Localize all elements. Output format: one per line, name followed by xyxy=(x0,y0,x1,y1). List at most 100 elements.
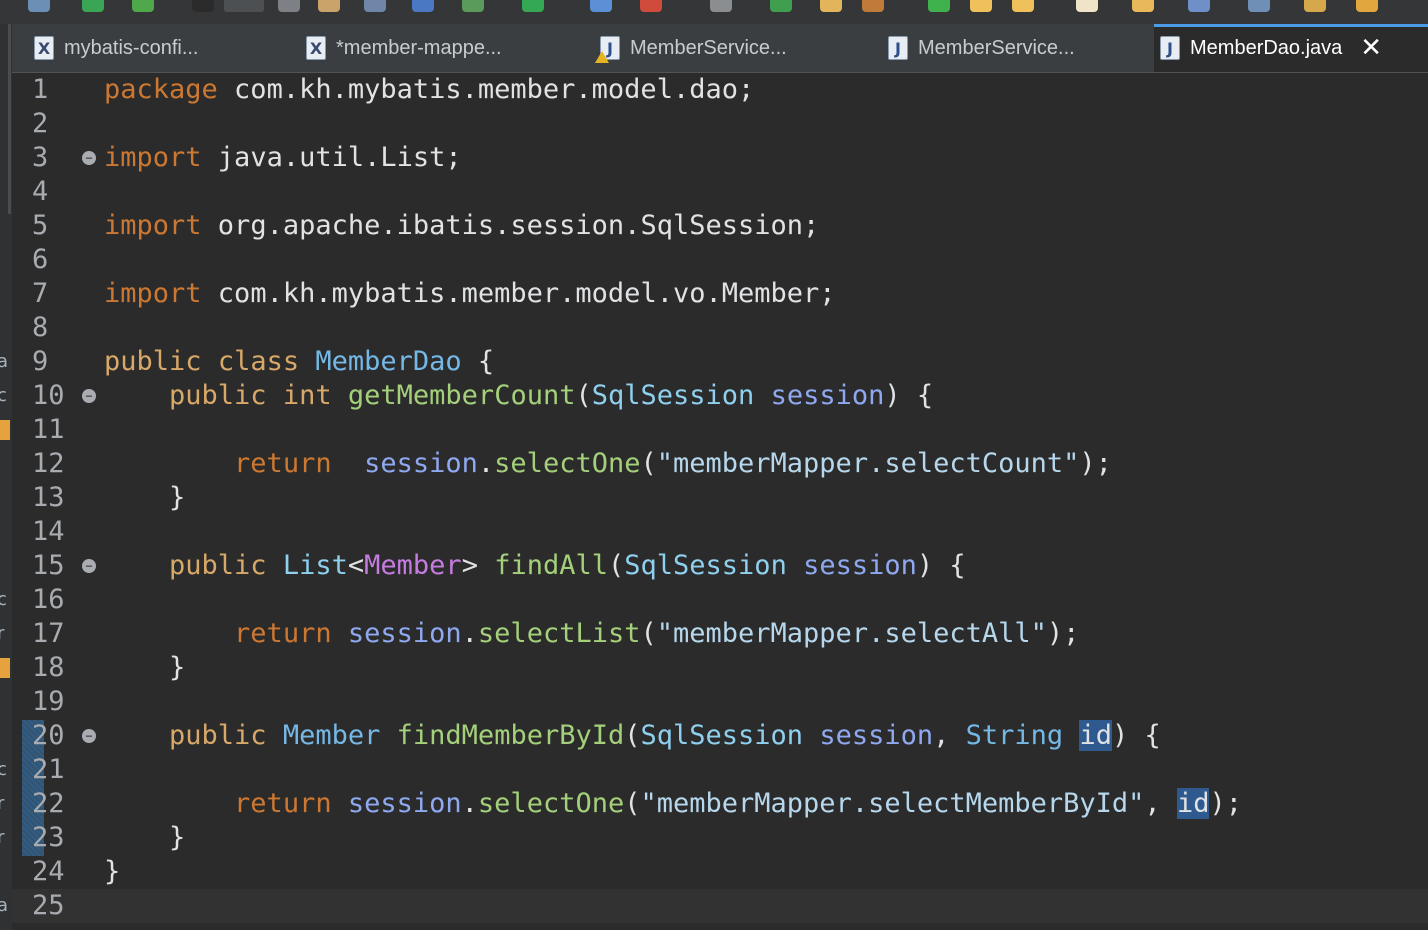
pin-icon[interactable] xyxy=(278,0,300,12)
arrow-icon[interactable] xyxy=(462,0,484,12)
code-line[interactable]: 14 xyxy=(12,515,1428,549)
code-text: import com.kh.mybatis.member.model.vo.Me… xyxy=(104,277,836,311)
code-line[interactable]: 2 xyxy=(12,107,1428,141)
external-tools-icon[interactable] xyxy=(590,0,612,12)
code-text: } xyxy=(104,481,185,515)
list-icon[interactable] xyxy=(364,0,386,12)
stop-icon[interactable] xyxy=(710,0,732,12)
code-line[interactable]: 20 − public Member findMemberById(SqlSess… xyxy=(12,719,1428,753)
editor-tab[interactable]: J MemberService... xyxy=(595,24,876,72)
code-line[interactable]: 12 return session.selectOne("memberMappe… xyxy=(12,447,1428,481)
coverage-icon[interactable] xyxy=(928,0,950,12)
package-icon[interactable] xyxy=(318,0,340,12)
back-icon[interactable] xyxy=(1304,0,1326,12)
left-panel-scrollbar[interactable] xyxy=(8,24,11,214)
folder-icon[interactable] xyxy=(970,0,992,12)
spring-icon[interactable] xyxy=(132,0,154,12)
code-line[interactable]: 17 return session.selectList("memberMapp… xyxy=(12,617,1428,651)
settings-icon[interactable] xyxy=(1188,0,1210,12)
code-token: < xyxy=(347,550,365,581)
close-tab-icon[interactable]: ✕ xyxy=(1360,35,1382,61)
line-number: 9 xyxy=(32,346,49,377)
code-token: public xyxy=(104,346,202,377)
code-line[interactable]: 10 − public int getMemberCount(SqlSession… xyxy=(12,379,1428,413)
code-line[interactable]: 15 − public List<Member> findAll(SqlSessi… xyxy=(12,549,1428,583)
terminate-icon[interactable] xyxy=(640,0,662,12)
code-line[interactable]: 4 xyxy=(12,175,1428,209)
left-panel-text-fragment: a xyxy=(0,895,9,916)
tab-memberdao-java[interactable]: J MemberDao.java ✕ xyxy=(1154,24,1428,72)
left-panel-edge: accrcrra xyxy=(0,24,12,930)
open-icon[interactable] xyxy=(820,0,842,12)
code-token: ( xyxy=(640,618,657,649)
code-line[interactable]: 23 } xyxy=(12,821,1428,855)
left-panel-text-fragment: r xyxy=(0,827,5,848)
code-line[interactable]: 1 package com.kh.mybatis.member.model.dao… xyxy=(12,73,1428,107)
code-token: session xyxy=(347,788,462,819)
run-icon[interactable] xyxy=(82,0,104,12)
editor-tab[interactable]: X *member-mappe... xyxy=(306,24,588,72)
folder-open-icon[interactable] xyxy=(1012,0,1034,12)
code-line[interactable]: 16 xyxy=(12,583,1428,617)
code-token: public xyxy=(169,720,267,751)
line-number: 19 xyxy=(32,686,65,717)
line-number: 3 xyxy=(32,142,49,173)
code-line[interactable]: 3 − import java.util.List; xyxy=(12,141,1428,175)
code-line[interactable]: 6 xyxy=(12,243,1428,277)
code-line[interactable]: 21 xyxy=(12,753,1428,787)
code-token: ) { xyxy=(1111,720,1161,751)
code-line[interactable]: 7 import com.kh.mybatis.member.model.vo.M… xyxy=(12,277,1428,311)
layout-icon[interactable] xyxy=(1248,0,1270,12)
code-line[interactable]: 5 import org.apache.ibatis.session.SqlSes… xyxy=(12,209,1428,243)
code-token: ( xyxy=(640,448,657,479)
grid-icon[interactable] xyxy=(862,0,884,12)
code-editor[interactable]: 1 package com.kh.mybatis.member.model.dao… xyxy=(12,73,1428,930)
code-token: selectList xyxy=(477,618,641,649)
fold-collapse-icon[interactable]: − xyxy=(82,729,96,743)
code-token: Member xyxy=(364,550,462,581)
triangle-icon[interactable] xyxy=(192,0,214,12)
play-icon[interactable] xyxy=(522,0,544,12)
code-text: public Member findMemberById(SqlSession … xyxy=(104,719,1161,753)
code-token: session xyxy=(770,380,885,411)
code-line[interactable]: 11 xyxy=(12,413,1428,447)
code-line[interactable]: 18 } xyxy=(12,651,1428,685)
fold-collapse-icon[interactable]: − xyxy=(82,151,96,165)
debug-icon[interactable] xyxy=(770,0,792,12)
fold-collapse-icon[interactable]: − xyxy=(82,389,96,403)
java-file-icon: J xyxy=(1160,36,1180,60)
line-number: 17 xyxy=(32,618,65,649)
code-line[interactable]: 19 xyxy=(12,685,1428,719)
code-token: ( xyxy=(624,720,641,751)
line-number: 10 xyxy=(32,380,65,411)
editor-tab[interactable]: Xmybatis-confi... xyxy=(34,24,294,72)
code-token: ( xyxy=(575,380,592,411)
left-panel-text-fragment: a xyxy=(0,351,9,372)
left-panel-text-fragment: r xyxy=(0,623,5,644)
forward-icon[interactable] xyxy=(1356,0,1378,12)
code-line[interactable]: 24} xyxy=(12,855,1428,889)
code-line[interactable]: 9 public class MemberDao { xyxy=(12,345,1428,379)
code-token: } xyxy=(104,652,186,683)
code-token: { xyxy=(461,346,495,377)
code-text: return session.selectOne("memberMapper.s… xyxy=(104,787,1242,821)
code-line[interactable]: 25 xyxy=(12,889,1428,923)
line-number: 18 xyxy=(32,652,65,683)
bar-icon[interactable] xyxy=(412,0,434,12)
search-icon[interactable] xyxy=(28,0,50,12)
code-token: } xyxy=(104,856,121,887)
code-line[interactable]: 8 xyxy=(12,311,1428,345)
code-line[interactable]: 13 } xyxy=(12,481,1428,515)
hand-icon[interactable] xyxy=(1076,0,1098,12)
annotation-icon[interactable] xyxy=(1132,0,1154,12)
editor-tab[interactable]: J MemberService... xyxy=(888,24,1150,72)
code-line[interactable]: 22 return session.selectOne("memberMappe… xyxy=(12,787,1428,821)
fold-collapse-icon[interactable]: − xyxy=(82,559,96,573)
code-token: session xyxy=(819,720,934,751)
edit-icon[interactable] xyxy=(224,0,264,12)
line-number: 22 xyxy=(32,788,65,819)
tab-label: MemberDao.java xyxy=(1190,36,1343,59)
